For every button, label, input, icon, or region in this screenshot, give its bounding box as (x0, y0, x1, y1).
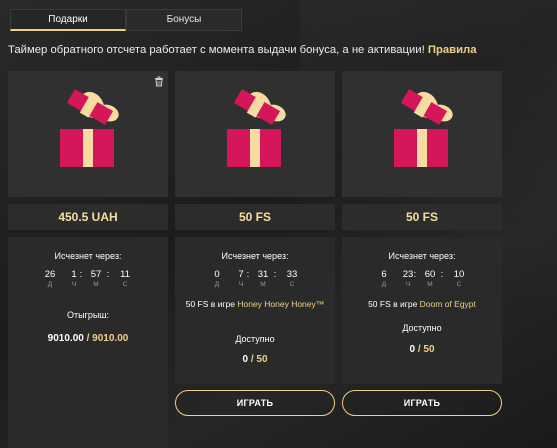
timer-days: 26 (44, 269, 56, 280)
timer-days-unit: Д (381, 281, 387, 288)
notice-text: Таймер обратного отсчета работает с моме… (8, 44, 425, 56)
timer-hours-unit: Ч (71, 281, 77, 288)
timer-seconds-unit: С (289, 281, 295, 288)
play-button[interactable]: ИГРАТЬ (175, 390, 335, 416)
available-total: 50 (423, 344, 435, 355)
timer-minutes-unit: М (93, 281, 99, 288)
gift-icon (394, 89, 453, 167)
available-label: Доступно (402, 323, 442, 333)
tab-gifts[interactable]: Подарки (10, 9, 126, 31)
timer-seconds: 10 (453, 269, 465, 280)
expire-label: Исчезнет через: (221, 251, 289, 261)
play-button[interactable]: ИГРАТЬ (342, 390, 502, 416)
countdown-timer: 0 Д 7 Ч : 31 М : 33 С (175, 269, 335, 289)
timer-seconds: 33 (286, 269, 298, 280)
wagering-value: 9010.00 / 9010.00 (8, 333, 168, 344)
gift-icon (60, 89, 119, 167)
countdown-timer: 6 Д 23 Ч : 60 М : 10 С (342, 269, 502, 289)
timer-colon: : (413, 269, 417, 280)
bonus-value: 50 FS (342, 204, 502, 230)
timer-days-unit: Д (214, 281, 220, 288)
timer-hours-unit: Ч (405, 281, 411, 288)
available-label: Доступно (235, 334, 275, 344)
expire-label: Исчезнет через: (54, 251, 122, 261)
wagering-separator: / (83, 333, 93, 344)
wagering-label: Отыгрыш: (66, 310, 110, 320)
rules-link[interactable]: Правила (428, 44, 477, 56)
free-spins-game-line: 50 FS в игре Honey Honey Honey™ (185, 299, 325, 310)
gift-image-box (342, 71, 502, 197)
gift-image-box (8, 71, 168, 197)
free-spins-game-line: 50 FS в игре Doom of Egypt (352, 299, 492, 310)
bonus-value: 50 FS (175, 204, 335, 230)
game-link[interactable]: Honey Honey Honey™ (237, 299, 324, 309)
timer-colon: : (106, 269, 110, 280)
gift-image-box (175, 71, 335, 197)
wagering-total: 9010.00 (92, 333, 129, 344)
trash-icon[interactable] (153, 75, 165, 87)
fs-prefix: 50 FS в игре (185, 299, 238, 309)
tab-bonuses[interactable]: Бонусы (126, 9, 242, 31)
timer-seconds-unit: С (456, 281, 462, 288)
expire-label: Исчезнет через: (388, 251, 456, 261)
timer-colon: : (79, 269, 83, 280)
timer-minutes: 31 (257, 269, 269, 280)
timer-days: 6 (381, 269, 387, 280)
timer-seconds-unit: С (122, 281, 128, 288)
countdown-timer: 26 Д 1 Ч : 57 М : 11 С (8, 269, 168, 289)
bonus-info: Исчезнет через: 0 Д 7 Ч : 31 М : 33 С 50… (175, 237, 335, 384)
timer-minutes-unit: М (427, 281, 433, 288)
timer-minutes: 60 (424, 269, 436, 280)
timer-hours-unit: Ч (238, 281, 244, 288)
timer-days-unit: Д (47, 281, 53, 288)
tab-bar: Подарки Бонусы (10, 9, 242, 31)
available-value: 0 / 50 (175, 354, 335, 365)
timer-minutes: 57 (90, 269, 102, 280)
fs-prefix: 50 FS в игре (368, 299, 420, 309)
bonus-info: Исчезнет через: 26 Д 1 Ч : 57 М : 11 С О… (8, 237, 168, 448)
timer-seconds: 11 (120, 269, 130, 280)
available-total: 50 (256, 354, 268, 365)
timer-days: 0 (214, 269, 220, 280)
bonus-info: Исчезнет через: 6 Д 23 Ч : 60 М : 10 С 5… (342, 237, 502, 384)
wagering-current: 9010.00 (47, 333, 84, 344)
timer-minutes-unit: М (260, 281, 266, 288)
timer-colon: : (246, 269, 250, 280)
timer-colon: : (440, 269, 444, 280)
bonus-value: 450.5 UAH (8, 204, 168, 230)
available-value: 0 / 50 (342, 344, 502, 355)
gift-icon (227, 89, 286, 167)
timer-colon: : (273, 269, 277, 280)
game-link[interactable]: Doom of Egypt (420, 299, 476, 309)
timer-notice: Таймер обратного отсчета работает с моме… (8, 44, 553, 56)
